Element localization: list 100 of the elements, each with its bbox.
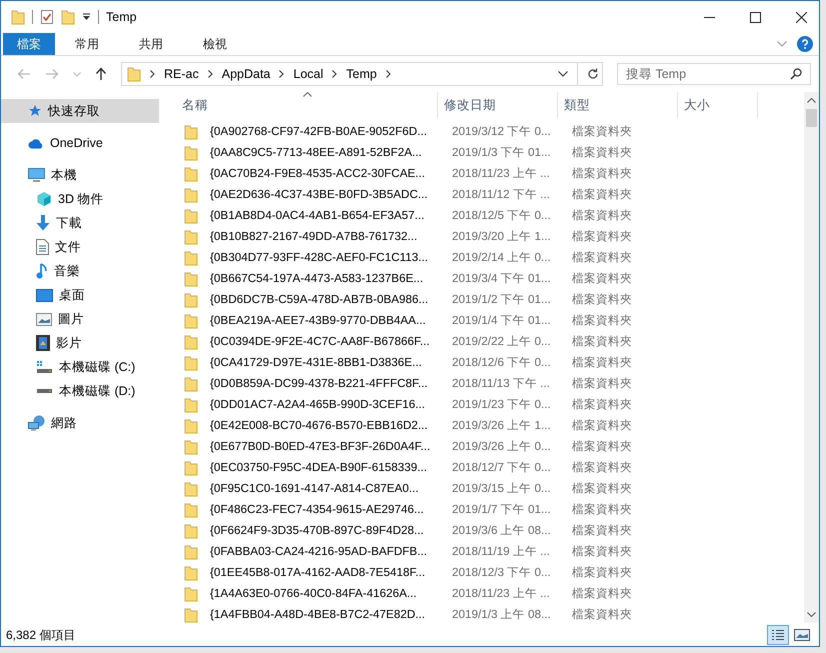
sidebar-item[interactable]: 圖片	[1, 307, 159, 331]
file-name[interactable]: {0FABBA03-CA24-4216-95AD-BAFDFB...	[210, 545, 446, 558]
sort-caret-icon[interactable]	[302, 92, 312, 97]
sidebar-item[interactable]: 網路	[1, 411, 159, 435]
breadcrumb-item[interactable]: RE-ac	[164, 67, 199, 81]
ribbon-tab[interactable]: 常用	[55, 33, 119, 55]
breadcrumb-item[interactable]: Temp	[346, 67, 377, 81]
file-name[interactable]: {01EE45B8-017A-4162-AAD8-7E5418F...	[210, 566, 446, 579]
modified-date: 2018/12/3 下午 0...	[451, 565, 552, 580]
file-name[interactable]: {0F95C1C0-1691-4147-A814-C87EA0...	[210, 482, 446, 495]
file-name[interactable]: {0B1AB8D4-0AC4-4AB1-B654-EF3A57...	[210, 209, 446, 222]
folder-icon	[184, 292, 198, 308]
file-name[interactable]: {1A4A63E0-0766-40C0-84FA-41626A...	[210, 587, 446, 600]
details-view-button[interactable]	[767, 625, 789, 645]
sidebar-item[interactable]: 本機磁碟 (C:)	[1, 355, 159, 379]
file-name[interactable]: {1A4FBB04-A48D-4BE8-B7C2-47E82D...	[210, 608, 446, 621]
maximize-icon[interactable]	[750, 12, 761, 22]
folder-icon	[184, 250, 198, 266]
file-name[interactable]: {0F486C23-FEC7-4354-9615-AE29746...	[210, 503, 446, 516]
modified-date: 2019/3/15 上午 0...	[451, 481, 552, 496]
scrollbar[interactable]	[804, 92, 819, 623]
file-name[interactable]: {0EC03750-F95C-4DEA-B90F-6158339...	[210, 461, 446, 474]
file-name[interactable]: {0CA41729-D97E-431E-8BB1-D3836E...	[210, 356, 446, 369]
file-name[interactable]: {0B667C54-197A-4473-A583-1237B6E...	[210, 272, 446, 285]
modified-date: 2018/12/6 下午 0...	[451, 355, 552, 370]
sidebar-item[interactable]: 本機	[1, 163, 159, 187]
modified-date: 2018/12/7 下午 0...	[451, 460, 552, 475]
sidebar-item[interactable]: 音樂	[1, 259, 159, 283]
dropdown-icon[interactable]	[82, 13, 91, 21]
search-field[interactable]: 搜尋 Temp	[617, 63, 811, 85]
file-name[interactable]: {0E42E008-BC70-4676-B570-EBB16D2...	[210, 419, 446, 432]
drive-icon	[36, 388, 53, 394]
modified-date: 2018/11/19 上午 ...	[451, 544, 551, 559]
file-type: 檔案資料夾	[571, 292, 633, 307]
chevron-down-icon[interactable]	[558, 71, 568, 77]
sidebar-item[interactable]: OneDrive	[1, 131, 159, 155]
search-icon[interactable]	[790, 68, 802, 80]
sidebar-item[interactable]: 快速存取	[1, 99, 159, 123]
file-name[interactable]: {0AC70B24-F9E8-4535-ACC2-30FCAE...	[210, 167, 446, 180]
column-header[interactable]: 類型	[558, 92, 678, 118]
document-icon	[36, 239, 49, 255]
file-name[interactable]: {0AA8C9C5-7713-48EE-A891-52BF2A...	[210, 146, 446, 159]
ribbon-tab[interactable]: 共用	[119, 33, 183, 55]
file-type: 檔案資料夾	[571, 586, 633, 601]
breadcrumb-item[interactable]: Local	[293, 67, 324, 81]
scroll-thumb[interactable]	[806, 109, 817, 127]
file-name[interactable]: {0C0394DE-9F2E-4C7C-AA8F-B67866F...	[210, 335, 446, 348]
sidebar-item[interactable]: 本機磁碟 (D:)	[1, 379, 159, 403]
file-name[interactable]: {0AE2D636-4C37-43BE-B0FD-3B5ADC...	[210, 188, 446, 201]
chevron-right-icon[interactable]	[386, 70, 391, 78]
ribbon-tab[interactable]: 檔案	[3, 33, 55, 55]
chevron-right-icon[interactable]	[150, 70, 155, 78]
chevron-right-icon[interactable]	[279, 70, 284, 78]
address-bar[interactable]: RE-ac AppData Local Temp	[121, 62, 603, 86]
sidebar-item[interactable]: 文件	[1, 235, 159, 259]
file-name[interactable]: {0B304D77-93FF-428C-AEF0-FC1C113...	[210, 251, 446, 264]
modified-date: 2018/11/23 上午 ...	[451, 586, 551, 601]
sidebar-item[interactable]: 桌面	[1, 283, 159, 307]
star-icon	[28, 104, 42, 118]
modified-date: 2019/1/7 下午 01...	[451, 502, 552, 517]
modified-date: 2019/2/14 上午 0...	[451, 250, 552, 265]
column-header[interactable]: 大小	[678, 92, 758, 118]
file-type: 檔案資料夾	[571, 418, 633, 433]
file-name[interactable]: {0F6624F9-3D35-470B-897C-89F4D28...	[210, 524, 446, 537]
modified-date: 2019/1/4 下午 01...	[451, 313, 552, 328]
up-arrow-icon[interactable]	[95, 67, 107, 81]
refresh-icon[interactable]	[587, 68, 599, 80]
scroll-down-icon[interactable]	[807, 612, 816, 617]
column-header[interactable]: 名稱	[176, 92, 438, 118]
file-name[interactable]: {0DD01AC7-A2A4-465B-990D-3CEF16...	[210, 398, 446, 411]
list-icon	[771, 629, 785, 641]
modified-date: 2019/3/12 下午 0...	[451, 124, 552, 139]
folder-icon	[184, 502, 198, 518]
file-name[interactable]: {0BD6DC7B-C59A-478D-AB7B-0BA986...	[210, 293, 446, 306]
breadcrumb-item[interactable]: AppData	[222, 67, 270, 81]
file-name[interactable]: {0BEA219A-AEE7-43B9-9770-DBB4AA...	[210, 314, 446, 327]
scroll-up-icon[interactable]	[807, 98, 816, 103]
sidebar-item[interactable]: 下載	[1, 211, 159, 235]
file-name[interactable]: {0B10B827-2167-49DD-A7B8-761732...	[210, 230, 446, 243]
picture-icon	[36, 312, 52, 326]
file-type: 檔案資料夾	[571, 124, 633, 139]
file-name[interactable]: {0E677B0D-B0ED-47E3-BF3F-26D0A4F...	[210, 440, 446, 453]
sidebar-item[interactable]: 影片	[1, 331, 159, 355]
modified-date: 2018/11/13 下午 ...	[451, 376, 551, 391]
help-icon[interactable]	[797, 36, 813, 52]
folder-icon	[184, 606, 198, 622]
ribbon-tab[interactable]: 檢視	[183, 33, 247, 55]
close-icon[interactable]	[796, 12, 807, 22]
folder-icon	[184, 438, 198, 454]
chevron-right-icon[interactable]	[208, 70, 213, 78]
folder-icon	[184, 564, 198, 580]
column-header[interactable]: 修改日期	[438, 92, 558, 118]
chevron-right-icon[interactable]	[332, 70, 338, 78]
sidebar-item[interactable]: 3D 物件	[1, 187, 159, 211]
picture-icon	[794, 629, 810, 641]
file-name[interactable]: {0A902768-CF97-42FB-B0AE-9052F6D...	[210, 125, 446, 138]
file-name[interactable]: {0D0B859A-DC99-4378-B221-4FFFC8F...	[210, 377, 446, 390]
file-type: 檔案資料夾	[571, 397, 633, 412]
folder-icon	[184, 396, 198, 412]
checklist-icon[interactable]	[40, 9, 54, 25]
